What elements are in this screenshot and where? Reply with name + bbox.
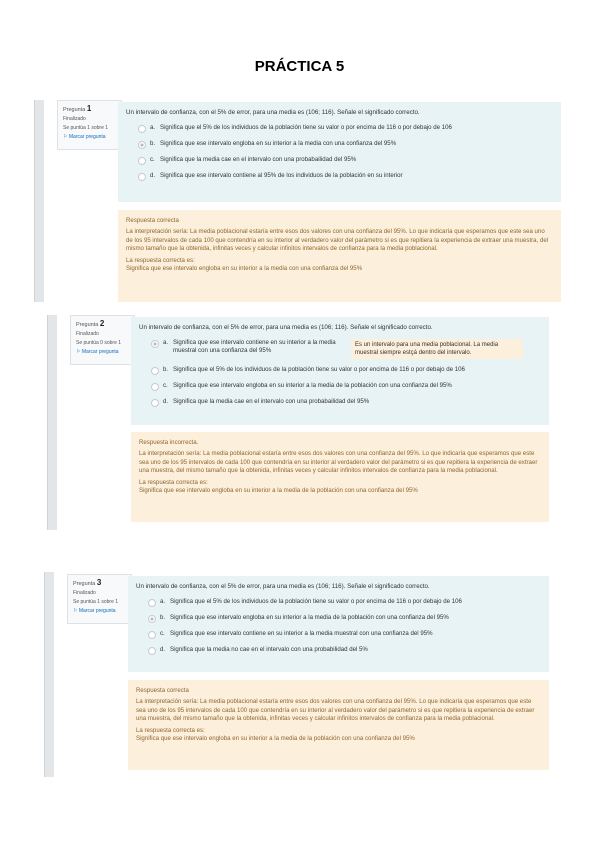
answer-option-d[interactable]: d. Significa que ese intervalo contiene a… [126,172,553,181]
question-score: Se puntúa 1 sobre 1 [63,125,109,131]
feedback-body: La interpretación sería: La media poblac… [126,228,549,253]
option-letter: d. [163,398,169,405]
radio-button-selected[interactable] [138,141,146,149]
question-label: Pregunta [73,581,96,587]
question-number: 2 [99,319,105,328]
feedback-box: Respuesta correcta La interpretación ser… [118,210,561,302]
radio-button[interactable] [148,647,156,655]
answer-option-c[interactable]: c. Significa que la media cae en el inter… [126,156,553,165]
feedback-body: La interpretación sería: La media poblac… [139,450,538,475]
option-text: Significa que el 5% de los individuos de… [173,366,465,373]
answer-option-a[interactable]: a. Significa que el 5% de los individuos … [136,598,541,607]
question-content: Un intervalo de confianza, con el 5% de … [131,317,549,425]
radio-button[interactable] [138,173,146,181]
radio-button[interactable] [151,399,159,407]
option-text: Significa que ese intervalo engloba en s… [160,140,397,147]
question-text: Un intervalo de confianza, con el 5% de … [139,324,433,331]
question-score: Se puntúa 1 sobre 1 [73,599,119,605]
option-text: Significa que el 5% de los individuos de… [170,598,462,605]
radio-button[interactable] [148,599,156,607]
answer-option-d[interactable]: d. Significa que la media no cae en el in… [136,646,541,655]
option-letter: b. [150,140,156,147]
radio-button[interactable] [138,157,146,165]
option-letter: d. [160,646,166,653]
feedback-body: La interpretación sería: La media poblac… [136,698,535,723]
option-letter: c. [150,156,155,163]
question-label: Pregunta [63,107,86,113]
inline-feedback: Es un intervalo para una media poblacion… [351,339,523,359]
correct-answer-text: Significa que ese intervalo engloba en s… [136,735,415,743]
question-left-bar [34,100,44,302]
correct-answer-text: Significa que ese intervalo engloba en s… [139,487,418,495]
answer-option-a[interactable]: a. Significa que el 5% de los individuos … [126,124,553,133]
flag-question-label: Marcar pregunta [78,608,116,614]
answer-option-c[interactable]: c. Significa que ese intervalo contiene e… [136,630,541,639]
answer-option-c[interactable]: c. Significa que ese intervalo engloba en… [139,382,541,391]
question-number: 3 [96,578,102,587]
page-title: PRÁCTICA 5 [254,58,345,75]
answer-option-b[interactable]: b. Significa que ese intervalo engloba en… [136,614,541,623]
question-info: Pregunta 1 Finalizado Se puntúa 1 sobre … [57,100,122,150]
flag-question-link[interactable]: ⚐ Marcar pregunta [63,134,117,141]
question-text: Un intervalo de confianza, con el 5% de … [126,109,420,116]
option-letter: c. [160,630,165,637]
flag-icon: ⚐ [73,608,78,614]
question-info: Pregunta 3 Finalizado Se puntúa 1 sobre … [67,574,132,624]
question-status: Finalizado [73,590,96,596]
radio-button-selected[interactable] [151,340,159,348]
option-letter: a. [163,339,169,346]
flag-icon: ⚐ [63,134,68,140]
answer-option-b[interactable]: b. Significa que el 5% de los individuos … [139,366,541,375]
flag-icon: ⚐ [76,349,81,355]
answer-option-d[interactable]: d. Significa que la media cae en el inter… [139,398,541,407]
question-number: 1 [86,104,92,113]
radio-button[interactable] [138,125,146,133]
feedback-head: Respuesta correcta [136,687,189,694]
flag-question-label: Marcar pregunta [68,134,106,140]
question-content: Un intervalo de confianza, con el 5% de … [118,102,561,202]
option-text: Significa que ese intervalo contiene en … [170,630,433,637]
option-text: Significa que ese intervalo contiene en … [173,339,336,354]
option-letter: c. [163,382,168,389]
question-info: Pregunta 2 Finalizado Se puntúa 0 sobre … [70,315,135,365]
option-letter: d. [150,172,156,179]
question-left-bar [44,572,54,777]
question-status: Finalizado [63,116,86,122]
option-letter: a. [150,124,156,131]
answer-option-a[interactable]: a. Significa que ese intervalo contiene e… [139,339,541,359]
answer-option-b[interactable]: b. Significa que ese intervalo engloba en… [126,140,553,149]
option-text: Significa que el 5% de los individuos de… [160,124,452,131]
feedback-box: Respuesta correcta La interpretación ser… [128,680,549,770]
correct-answer-label: La respuesta correcta es: [139,478,208,486]
option-letter: b. [163,366,169,373]
correct-answer-text: Significa que ese intervalo engloba en s… [126,265,363,273]
radio-button-selected[interactable] [148,615,156,623]
radio-button[interactable] [148,631,156,639]
radio-button[interactable] [151,367,159,375]
option-letter: a. [160,598,166,605]
correct-answer-label: La respuesta correcta es: [136,726,205,734]
correct-answer-label: La respuesta correcta es: [126,256,195,264]
flag-question-link[interactable]: ⚐ Marcar pregunta [76,349,130,356]
feedback-head: Respuesta correcta [126,217,179,224]
question-score: Se puntúa 0 sobre 1 [76,340,122,346]
option-text: Significa que la media cae en el interva… [173,398,370,405]
feedback-box: Respuesta incorrecta. La interpretación … [131,432,549,522]
question-text: Un intervalo de confianza, con el 5% de … [136,583,430,590]
option-letter: b. [160,614,166,621]
feedback-head: Respuesta incorrecta. [139,439,199,446]
radio-button[interactable] [151,383,159,391]
option-text: Significa que la media no cae en el inte… [170,646,368,653]
flag-question-link[interactable]: ⚐ Marcar pregunta [73,608,127,615]
question-status: Finalizado [76,331,99,337]
question-left-bar [47,315,57,530]
flag-question-label: Marcar pregunta [81,349,119,355]
question-content: Un intervalo de confianza, con el 5% de … [128,576,549,672]
option-text: Significa que ese intervalo engloba en s… [170,614,449,621]
question-label: Pregunta [76,322,99,328]
option-text: Significa que ese intervalo engloba en s… [173,382,452,389]
option-text: Significa que la media cae en el interva… [160,156,357,163]
option-text: Significa que ese intervalo contiene al … [160,172,403,179]
